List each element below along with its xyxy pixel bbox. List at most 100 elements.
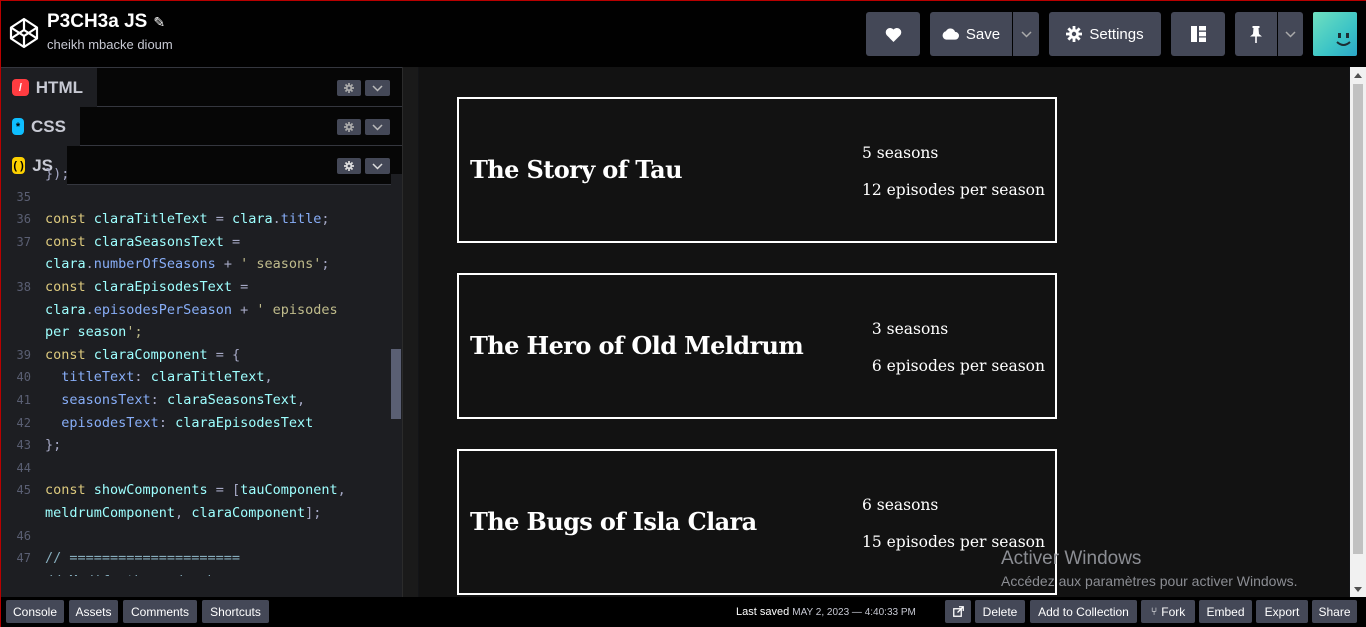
pin-options-button[interactable] (1278, 12, 1303, 56)
pin-button[interactable] (1235, 12, 1277, 56)
css-settings-button[interactable] (337, 119, 361, 135)
code-scrollbar-thumb[interactable] (391, 349, 401, 419)
add-to-collection-button[interactable]: Add to Collection (1030, 600, 1137, 623)
scroll-up-arrow-icon[interactable] (1354, 73, 1362, 78)
preview-scrollbar[interactable] (1350, 67, 1366, 597)
code-line[interactable]: 42 episodesText: claraEpisodesText (1, 412, 391, 435)
line-number: 38 (16, 279, 31, 294)
code-line[interactable]: 35 (1, 186, 391, 209)
assets-label: Assets (75, 604, 112, 619)
code-line[interactable]: 41 seasonsText: claraSeasonsText, (1, 389, 391, 412)
css-collapse-button[interactable] (365, 119, 390, 135)
code-line[interactable]: 39 const claraComponent = { (1, 344, 391, 367)
last-saved-label: Last saved (736, 606, 790, 618)
line-number: 41 (16, 392, 31, 407)
code-line[interactable]: 37 const claraSeasonsText = (1, 231, 391, 254)
pen-title[interactable]: P3CH3a JS (47, 11, 147, 33)
html-panel-header: / HTML (1, 68, 402, 107)
line-number (1, 163, 45, 186)
scroll-down-arrow-icon[interactable] (1354, 587, 1362, 592)
external-link-icon (952, 606, 964, 617)
save-options-button[interactable] (1013, 12, 1039, 56)
code-line[interactable]: 46 (1, 525, 391, 548)
code-line[interactable]: per season'; (1, 321, 391, 344)
assets-button[interactable]: Assets (69, 600, 118, 623)
open-new-window-button[interactable] (945, 600, 971, 623)
code-line[interactable]: 38 const claraEpisodesText = (1, 276, 391, 299)
settings-button[interactable]: Settings (1049, 12, 1161, 56)
line-number: 36 (16, 212, 31, 227)
code-text: }; (45, 437, 62, 454)
line-number: 45 (16, 483, 31, 498)
code-line[interactable]: meldrumComponent, claraComponent]; (1, 502, 391, 525)
last-saved-value: MAY 2, 2023 — 4:40:33 PM (792, 607, 916, 618)
line-number: 43 (16, 438, 31, 453)
shortcuts-button[interactable]: Shortcuts (202, 600, 269, 623)
comments-button[interactable]: Comments (123, 600, 197, 623)
settings-button-label: Settings (1089, 25, 1144, 43)
panel-resizer[interactable] (402, 67, 418, 597)
love-button[interactable] (866, 12, 920, 56)
preview-scrollbar-thumb[interactable] (1353, 84, 1363, 554)
code-line[interactable]: 45 const showComponents = [tauComponent, (1, 479, 391, 502)
code-line[interactable]: 47 // ===================== (1, 547, 391, 570)
codepen-logo-icon[interactable] (9, 17, 39, 49)
change-view-button[interactable] (1171, 12, 1225, 56)
line-number: 35 (16, 189, 31, 204)
show-title: The Bugs of Isla Clara (470, 507, 757, 536)
comments-label: Comments (130, 604, 189, 619)
show-title: The Hero of Old Meldrum (470, 331, 804, 360)
delete-button[interactable]: Delete (975, 600, 1025, 623)
fork-button[interactable]: ⑂ Fork (1141, 600, 1195, 623)
code-line[interactable]: 43}; (1, 434, 391, 457)
code-text: clara.numberOfSeasons + ' seasons'; (45, 256, 330, 273)
share-button[interactable]: Share (1312, 600, 1357, 623)
html-settings-button[interactable] (337, 80, 361, 96)
user-avatar[interactable] (1313, 12, 1357, 56)
code-line[interactable]: clara.numberOfSeasons + ' seasons'; (1, 253, 391, 276)
code-text: // Modify the code above (45, 570, 240, 576)
show-card: The Bugs of Isla Clara 6 seasons 15 epis… (457, 449, 1057, 595)
code-line[interactable]: 44 (1, 457, 391, 480)
editor-panel: / HTML * CSS ( ) JS}); 35 36 const clar… (1, 67, 402, 597)
line-number: 48 (1, 570, 45, 576)
code-line[interactable]: 40 titleText: claraTitleText, (1, 366, 391, 389)
show-card: The Story of Tau 5 seasons 12 episodes p… (457, 97, 1057, 243)
line-number (1, 321, 45, 344)
chevron-down-icon (372, 123, 383, 131)
tab-css-label: CSS (31, 116, 66, 136)
code-text: meldrumComponent, claraComponent]; (45, 504, 322, 521)
html-collapse-button[interactable] (365, 80, 390, 96)
share-label: Share (1318, 604, 1351, 619)
line-number: 39 (16, 347, 31, 362)
code-line[interactable]: clara.episodesPerSeason + ' episodes (1, 299, 391, 322)
show-episodes: 6 episodes per season (871, 357, 1045, 375)
code-text: // ===================== (45, 550, 241, 567)
show-episodes: 12 episodes per season (861, 181, 1045, 199)
console-button[interactable]: Console (6, 600, 64, 623)
line-number: 42 (16, 415, 31, 430)
tab-html[interactable]: / HTML (1, 68, 97, 107)
code-line[interactable]: 48// Modify the code above (1, 570, 391, 576)
code-line[interactable]: }); (1, 163, 391, 186)
export-button[interactable]: Export (1256, 600, 1308, 623)
line-number: 47 (16, 551, 31, 566)
watermark-title: Activer Windows (1001, 548, 1142, 569)
tab-html-label: HTML (35, 77, 83, 97)
js-code-editor[interactable]: }); 35 36 const claraTitleText = clara.titl… (1, 163, 391, 576)
pencil-edit-icon[interactable]: ✎ (153, 14, 165, 31)
save-button[interactable]: Save (930, 12, 1012, 56)
pen-author[interactable]: cheikh mbacke dioum (47, 37, 173, 52)
tab-css[interactable]: * CSS (1, 107, 80, 146)
chevron-down-icon (1020, 30, 1032, 38)
gear-icon (344, 122, 354, 132)
show-card: The Hero of Old Meldrum 3 seasons 6 epis… (457, 273, 1057, 419)
line-number: 40 (16, 370, 31, 385)
code-text: const claraComponent = { (45, 346, 241, 363)
gear-icon (344, 83, 354, 93)
code-text: episodesText: claraEpisodesText (61, 414, 314, 431)
code-line[interactable]: 36 const claraTitleText = clara.title; (1, 208, 391, 231)
watermark-subtitle: Accédez aux paramètres pour activer Wind… (1001, 573, 1298, 589)
embed-button[interactable]: Embed (1199, 600, 1252, 623)
line-number (1, 253, 45, 276)
